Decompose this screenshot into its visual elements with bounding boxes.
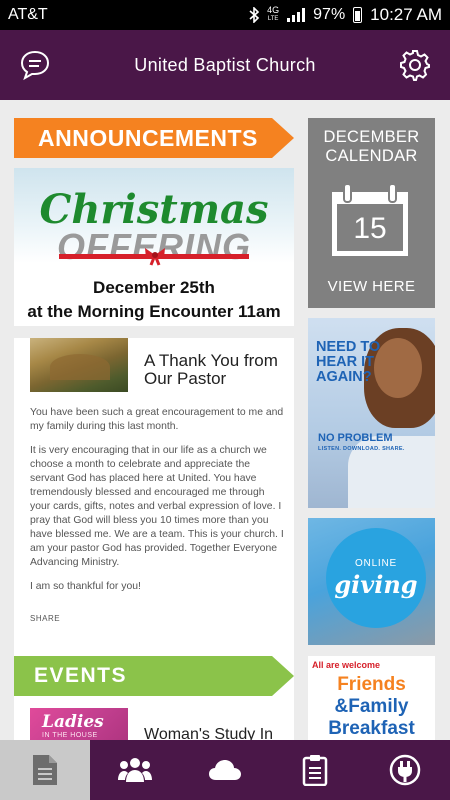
post-title: A Thank You from Our Pastor (144, 351, 278, 388)
announcements-header: ANNOUNCEMENTS (14, 118, 294, 158)
document-icon (33, 755, 57, 785)
status-icons: 4G LTE 97% 10:27 AM (249, 5, 442, 25)
event-card[interactable]: Ladies IN THE HOUSE Woman's Study In (14, 706, 294, 740)
carrier-label: AT&T (8, 6, 48, 23)
event-thumb-subtitle: IN THE HOUSE (42, 732, 98, 739)
post-paragraph: I am so thankful for you! (30, 581, 141, 592)
tab-notes[interactable] (270, 740, 360, 800)
sermons-headline: NEED TO HEAR IT AGAIN? (316, 339, 381, 385)
battery-icon (353, 7, 363, 23)
battery-percent: 97% (313, 6, 346, 23)
gear-icon (400, 50, 430, 81)
banner-arrow (272, 118, 294, 158)
signal-icon (287, 8, 306, 22)
bottom-nav (0, 740, 450, 800)
banner-time: at the Morning Encounter 11am (27, 302, 281, 321)
events-label: EVENTS (14, 656, 272, 696)
post-thumbnail (30, 338, 128, 392)
bow-icon (145, 248, 165, 266)
chat-icon (20, 50, 50, 81)
bluetooth-icon (249, 7, 260, 23)
sermons-tile[interactable]: NEED TO HEAR IT AGAIN? NO PROBLEM LISTEN… (308, 318, 435, 508)
christmas-offering-banner[interactable]: Christmas OFFERING December 25th at the … (14, 168, 294, 326)
settings-button[interactable] (398, 48, 432, 82)
people-icon (118, 758, 152, 782)
banner-date: December 25th (93, 278, 215, 297)
sermons-sub: NO PROBLEM (318, 432, 393, 444)
calendar-tile[interactable]: DECEMBER CALENDAR 15 VIEW HERE (308, 118, 435, 308)
plug-icon (389, 754, 421, 786)
tab-connect[interactable] (360, 740, 450, 800)
breakfast-line2: &Family (334, 696, 409, 717)
breakfast-line3: Breakfast (328, 718, 415, 739)
online-giving-tile[interactable]: ONLINE giving (308, 518, 435, 645)
post-body: You have been such a great encouragement… (30, 406, 284, 604)
calendar-month: DECEMBER CALENDAR (323, 128, 420, 165)
breakfast-tile[interactable]: All are welcome Friends &Family Breakfas… (308, 656, 435, 740)
calendar-day: 15 (353, 212, 387, 245)
banner-arrow (272, 656, 294, 696)
feed[interactable]: ANNOUNCEMENTS Christmas OFFERING Decembe… (0, 100, 450, 740)
tab-announcements[interactable] (0, 740, 90, 800)
event-title: Woman's Study In (144, 726, 274, 740)
announcements-label: ANNOUNCEMENTS (14, 118, 272, 158)
giving-word: giving (334, 570, 418, 599)
breakfast-line1: Friends (337, 674, 406, 695)
clipboard-icon (302, 755, 328, 786)
tab-community[interactable] (90, 740, 180, 800)
breakfast-welcome: All are welcome (312, 660, 381, 670)
app-title: United Baptist Church (134, 54, 316, 75)
post-paragraph: It is very encouraging that in our life … (30, 445, 284, 568)
events-header: EVENTS (14, 656, 294, 696)
giving-top: ONLINE (354, 558, 398, 569)
sermons-tagline: LISTEN. DOWNLOAD. SHARE. (318, 446, 405, 452)
status-bar: AT&T 4G LTE 97% 10:27 AM (0, 0, 450, 30)
app-header: United Baptist Church (0, 30, 450, 100)
calendar-cta: VIEW HERE (327, 278, 416, 295)
post-paragraph: You have been such a great encouragement… (30, 407, 284, 432)
chat-button[interactable] (18, 48, 52, 82)
event-thumbnail: Ladies IN THE HOUSE (30, 708, 128, 740)
event-thumb-title: Ladies (42, 712, 104, 732)
share-button[interactable]: SHARE (30, 614, 60, 623)
cloud-icon (209, 760, 241, 780)
clock: 10:27 AM (370, 5, 442, 24)
network-type: 4G LTE (267, 5, 280, 23)
tab-media[interactable] (180, 740, 270, 800)
